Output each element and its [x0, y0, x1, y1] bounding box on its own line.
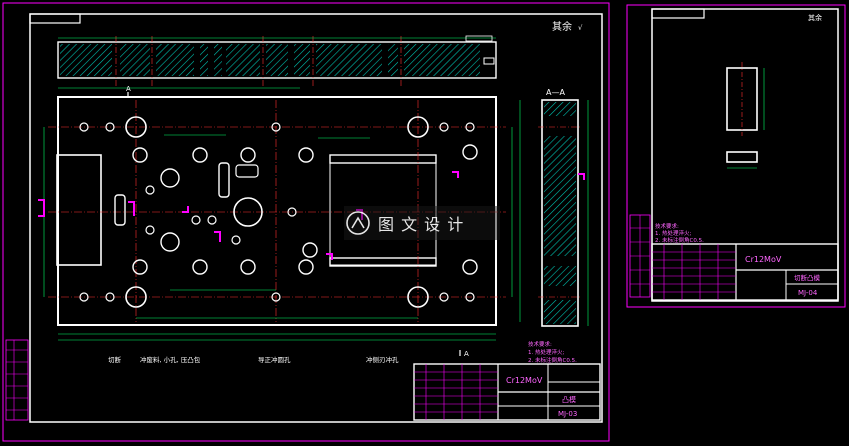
callout-cut: 切断 — [108, 355, 122, 364]
top-section-view — [57, 35, 497, 89]
sheet-2-tech-line-1: 1. 热处理淬火; — [655, 229, 691, 237]
sheet-2-tech-title: 技术要求: — [655, 222, 679, 230]
section-marker-bottom: A — [464, 350, 469, 358]
sheet-1-code-box — [29, 13, 81, 24]
section-marker-top: A — [126, 85, 131, 93]
sheet-1-title-block: Cr12MoV 凸模 MJ-03 — [413, 363, 601, 421]
sheet-2-side-strip — [629, 214, 651, 298]
section-a-a-label: A—A — [546, 88, 565, 97]
watermark-text: 图 文 设 计 — [378, 215, 464, 234]
sheet-2: 其余 技术要求: 1. 热处理淬火; 2. 未标注倒角C0.5. Cr12MoV… — [626, 4, 846, 308]
watermark: 图 文 设 计 — [344, 206, 500, 240]
callout-pierce: 冲废料, 小孔, 压凸包 — [140, 355, 201, 364]
sheet-2-title-block: Cr12MoV 切断凸模 MJ-04 — [651, 243, 839, 301]
sheet-1-side-strip — [5, 339, 29, 421]
sheet-1-tech-title: 技术要求: — [528, 340, 552, 348]
cad-drawing-canvas: 其余 √ A A A—A 切断 冲废料, 小孔, 压凸包 导正冲圆孔 冲侧刃冲孔… — [2, 2, 846, 442]
cut-off-punch-top-view — [726, 151, 758, 163]
sheet-1-material: Cr12MoV — [506, 376, 543, 385]
callout-side-cut: 冲侧刃冲孔 — [366, 355, 399, 364]
sheet-2-drawing-number: MJ-04 — [798, 289, 818, 297]
sheet-1-drawing-number: MJ-03 — [558, 410, 577, 418]
sheet-2-surface-note: 其余 — [808, 13, 822, 22]
sheet-2-material: Cr12MoV — [745, 255, 782, 264]
sheet-1-tech-line-2: 2. 未标注倒角C0.5. — [528, 356, 577, 364]
roughness-symbol-icon: √ — [578, 24, 583, 32]
left-cutout — [56, 154, 102, 266]
sheet-2-code-box — [651, 8, 705, 19]
sheet-1-part-name: 凸模 — [562, 395, 576, 404]
callout-pilot: 导正冲圆孔 — [258, 355, 291, 364]
sheet-1: 其余 √ A A A—A 切断 冲废料, 小孔, 压凸包 导正冲圆孔 冲侧刃冲孔… — [2, 2, 610, 442]
sheet-2-tech-line-2: 2. 未标注倒角C0.5. — [655, 236, 704, 244]
sheet-2-part-name: 切断凸模 — [794, 273, 821, 282]
section-a-a-view: A—A — [538, 88, 589, 327]
sheet-1-tech-line-1: 1. 热处理淬火; — [528, 348, 564, 356]
sheet-1-surface-note: 其余 — [552, 20, 572, 33]
